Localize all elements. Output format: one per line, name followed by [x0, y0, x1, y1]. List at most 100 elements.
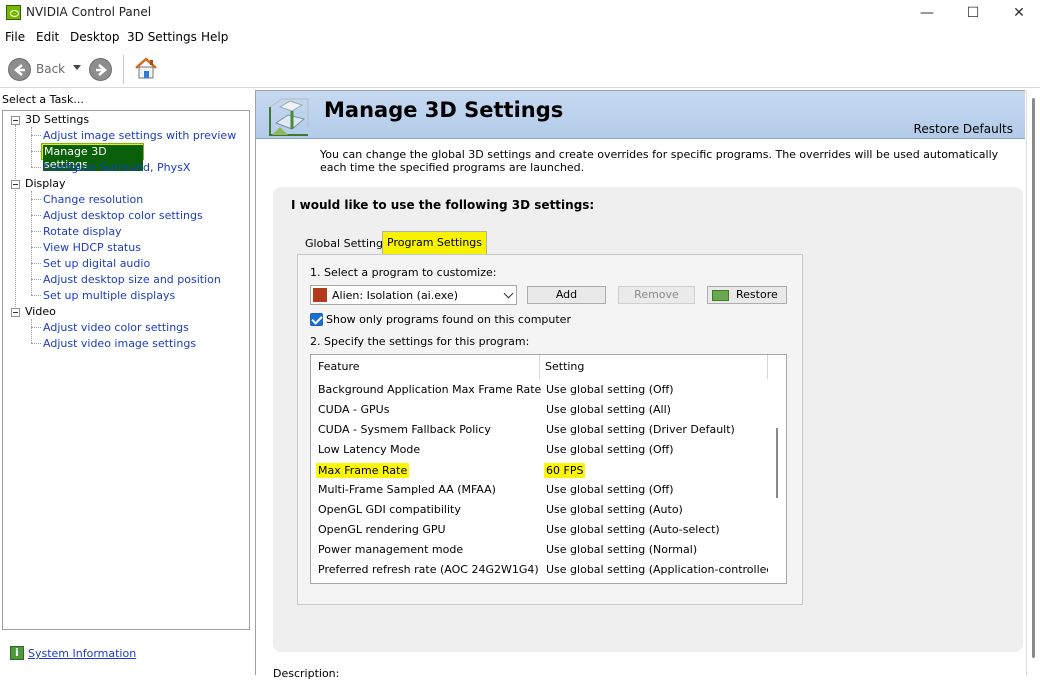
tab-global-settings[interactable]: Global Settings	[300, 234, 394, 254]
tree-line	[31, 215, 41, 216]
table-row[interactable]: OpenGL rendering GPU Use global setting …	[311, 520, 769, 540]
tree-line	[31, 343, 41, 344]
tree-item-hdcp-status[interactable]: View HDCP status	[43, 241, 141, 254]
tree-item-multiple-displays[interactable]: Set up multiple displays	[43, 289, 175, 302]
tree-line	[31, 127, 32, 167]
restore-defaults-link[interactable]: Restore Defaults	[914, 122, 1013, 136]
system-information-icon	[10, 646, 24, 660]
window-title: NVIDIA Control Panel	[26, 5, 152, 19]
table-row[interactable]: Multi-Frame Sampled AA (MFAA) Use global…	[311, 480, 769, 500]
page-description: You can change the global 3D settings an…	[320, 148, 999, 174]
tree-item-adjust-image-settings[interactable]: Adjust image settings with preview	[43, 129, 236, 142]
feature-cell: OpenGL GDI compatibility	[318, 503, 461, 516]
page-banner: Manage 3D Settings Restore Defaults	[256, 91, 1025, 139]
feature-cell: CUDA - Sysmem Fallback Policy	[318, 423, 491, 436]
tree-item-desktop-size[interactable]: Adjust desktop size and position	[43, 273, 221, 286]
main-scrollbar[interactable]	[1026, 90, 1040, 675]
toolbar: Back	[0, 50, 1040, 88]
feature-cell: Power management mode	[318, 543, 464, 556]
step2-label: 2. Specify the settings for this program…	[310, 335, 530, 348]
forward-arrow-icon[interactable]	[89, 58, 112, 81]
feature-cell: Low Latency Mode	[318, 443, 421, 456]
setting-cell[interactable]: Use global setting (Auto)	[546, 503, 683, 516]
menu-3d-settings[interactable]: 3D Settings	[127, 30, 197, 44]
table-row[interactable]: CUDA - Sysmem Fallback Policy Use global…	[311, 420, 769, 440]
tree-item-manage-3d-settings[interactable]: Manage 3D settings	[41, 143, 144, 171]
minimize-button[interactable]: —	[904, 0, 950, 26]
settings-heading: I would like to use the following 3D set…	[291, 198, 595, 212]
restore-button[interactable]: Restore	[707, 286, 787, 304]
tree-group-3d-settings[interactable]: 3D Settings	[25, 113, 89, 126]
tree-item-desktop-color[interactable]: Adjust desktop color settings	[43, 209, 203, 222]
system-information-link[interactable]: System Information	[28, 647, 136, 660]
setting-cell[interactable]: Use global setting (Auto-select)	[546, 523, 720, 536]
setting-cell[interactable]: Use global setting (Normal)	[546, 543, 697, 556]
remove-button[interactable]: Remove	[618, 286, 695, 304]
tree-item-video-color[interactable]: Adjust video color settings	[43, 321, 189, 334]
alien-isolation-icon	[313, 288, 327, 302]
tree-item-configure-surround[interactable]: Configure Surround, PhysX	[43, 161, 190, 174]
tree-line	[31, 295, 41, 296]
show-only-programs-label[interactable]: Show only programs found on this compute…	[326, 313, 571, 326]
close-button[interactable]: ✕	[996, 0, 1040, 26]
program-select[interactable]: Alien: Isolation (ai.exe)	[310, 285, 517, 305]
tree-item-rotate-display[interactable]: Rotate display	[43, 225, 122, 238]
table-row-highlighted[interactable]: Max Frame Rate 60 FPS	[311, 460, 769, 480]
tree-group-display[interactable]: Display	[25, 177, 66, 190]
setting-cell[interactable]: Use global setting (All)	[546, 403, 671, 416]
collapse-display-icon[interactable]	[11, 180, 20, 189]
table-row[interactable]: Background Application Max Frame Rate Us…	[311, 380, 769, 400]
table-row[interactable]: CUDA - GPUs Use global setting (All)	[311, 400, 769, 420]
column-header-feature[interactable]: Feature	[311, 355, 540, 379]
home-icon[interactable]	[134, 56, 158, 80]
main-scrollbar-thumb[interactable]	[1032, 98, 1035, 658]
back-arrow-icon[interactable]	[8, 58, 31, 81]
title-bar: NVIDIA Control Panel — ☐ ✕	[0, 0, 1040, 26]
menu-help[interactable]: Help	[201, 30, 228, 44]
tree-line	[31, 167, 41, 168]
setting-cell[interactable]: 60 FPS	[544, 463, 586, 478]
setting-cell[interactable]: Use global setting (Off)	[546, 383, 674, 396]
feature-cell: Preferred refresh rate (AOC 24G2W1G4)	[318, 563, 539, 576]
table-row[interactable]: Preferred refresh rate (AOC 24G2W1G4) Us…	[311, 560, 778, 580]
column-header-setting[interactable]: Setting	[540, 355, 768, 379]
menu-file[interactable]: File	[5, 30, 25, 44]
show-only-programs-checkbox[interactable]	[310, 313, 323, 326]
settings-panel: I would like to use the following 3D set…	[273, 187, 1023, 652]
grid-scrollbar[interactable]	[768, 355, 786, 583]
setting-cell[interactable]: Use global setting (Off)	[546, 483, 674, 496]
feature-cell: Multi-Frame Sampled AA (MFAA)	[318, 483, 496, 496]
maximize-button[interactable]: ☐	[950, 0, 996, 26]
back-dropdown-icon[interactable]	[73, 65, 81, 70]
tree-line	[31, 327, 41, 328]
tree-item-change-resolution[interactable]: Change resolution	[43, 193, 143, 206]
tab-program-settings[interactable]: Program Settings	[382, 231, 488, 255]
settings-grid: Feature Setting Background Application M…	[310, 354, 787, 584]
setting-cell[interactable]: Use global setting (Application-controll…	[546, 563, 778, 576]
setting-cell[interactable]: Use global setting (Driver Default)	[546, 423, 735, 436]
tree-item-video-image[interactable]: Adjust video image settings	[43, 337, 196, 350]
collapse-video-icon[interactable]	[11, 308, 20, 317]
collapse-3d-settings-icon[interactable]	[11, 116, 20, 125]
grid-scrollbar-thumb[interactable]	[776, 428, 778, 498]
nvidia-restore-icon	[712, 290, 729, 301]
back-button-label[interactable]: Back	[36, 62, 65, 76]
task-tree: 3D Settings Adjust image settings with p…	[2, 110, 250, 630]
table-row[interactable]: Low Latency Mode Use global setting (Off…	[311, 440, 769, 460]
feature-cell: OpenGL rendering GPU	[318, 523, 446, 536]
table-row[interactable]: Power management mode Use global setting…	[311, 540, 769, 560]
menu-bar: File Edit Desktop 3D Settings Help	[0, 27, 1040, 48]
tree-group-video[interactable]: Video	[25, 305, 56, 318]
toolbar-separator	[123, 55, 124, 84]
table-row[interactable]: OpenGL GDI compatibility Use global sett…	[311, 500, 769, 520]
tree-line	[31, 319, 32, 343]
tree-line	[31, 231, 41, 232]
tree-item-digital-audio[interactable]: Set up digital audio	[43, 257, 150, 270]
add-button[interactable]: Add	[527, 286, 606, 304]
menu-edit[interactable]: Edit	[36, 30, 59, 44]
menu-desktop[interactable]: Desktop	[70, 30, 120, 44]
restore-button-label: Restore	[736, 288, 778, 301]
program-settings-tab-body: 1. Select a program to customize: Alien:…	[297, 254, 803, 605]
setting-cell[interactable]: Use global setting (Off)	[546, 443, 674, 456]
feature-cell: Background Application Max Frame Rate	[318, 383, 542, 396]
